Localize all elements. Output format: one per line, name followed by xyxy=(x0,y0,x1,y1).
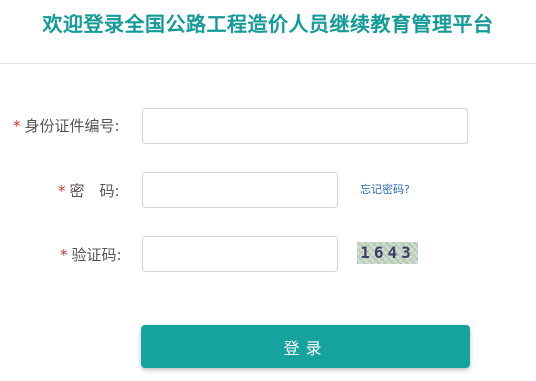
captcha-image[interactable]: 1643 xyxy=(357,242,418,264)
required-mark: * xyxy=(13,117,21,135)
password-label: * 密 码: xyxy=(58,181,120,201)
required-mark: * xyxy=(58,182,66,200)
password-input[interactable] xyxy=(142,172,338,208)
captcha-label-text: 验证码: xyxy=(71,246,122,264)
password-label-text: 密 码: xyxy=(69,182,120,200)
captcha-input[interactable] xyxy=(142,236,338,272)
id-number-label-text: 身份证件编号: xyxy=(24,117,120,135)
page-title: 欢迎登录全国公路工程造价人员继续教育管理平台 xyxy=(42,12,494,36)
id-number-label: * 身份证件编号: xyxy=(13,116,120,136)
forgot-password-link[interactable]: 忘记密码? xyxy=(360,181,410,197)
login-button[interactable]: 登录 xyxy=(141,325,470,368)
login-page: 欢迎登录全国公路工程造价人员继续教育管理平台 * 身份证件编号: * 密 码: 忘记… xyxy=(0,0,536,381)
required-mark: * xyxy=(60,246,68,264)
id-number-input[interactable] xyxy=(142,108,468,144)
captcha-label: * 验证码: xyxy=(60,245,122,265)
header-divider xyxy=(0,63,536,64)
